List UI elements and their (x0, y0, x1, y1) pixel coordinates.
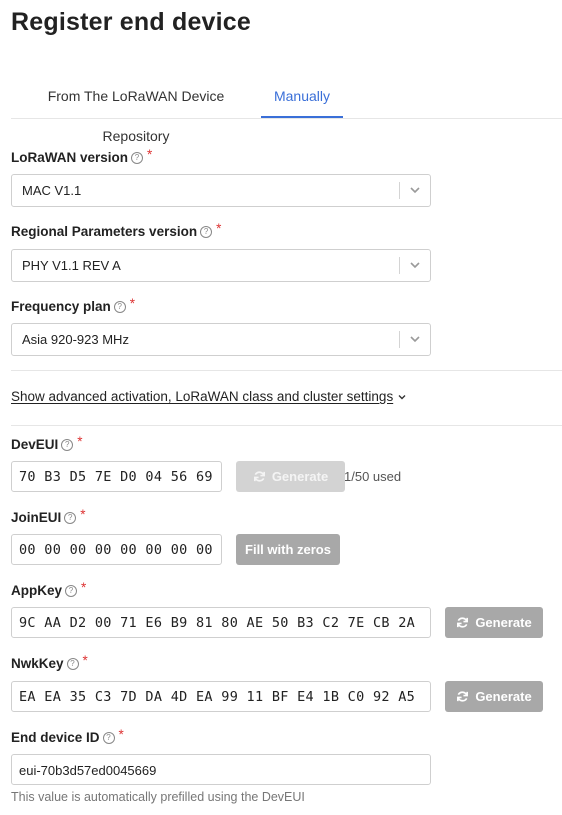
chevron-down-icon (398, 394, 406, 399)
fill-with-zeros-button[interactable]: Fill with zeros (236, 534, 340, 565)
regional-params-select[interactable]: PHY V1.1 REV A (11, 249, 431, 282)
help-icon[interactable]: ? (65, 584, 78, 597)
help-icon[interactable]: ? (113, 300, 126, 313)
end-device-id-label: End device ID ? * (11, 727, 124, 745)
dev-eui-label-text: DevEUI (11, 437, 59, 452)
help-icon[interactable]: ? (131, 151, 144, 164)
frequency-plan-select[interactable]: Asia 920-923 MHz (11, 323, 431, 356)
dev-eui-label: DevEUI ? * (11, 434, 83, 452)
dev-eui-usage: 1/50 used (344, 469, 402, 484)
generate-label: Generate (271, 469, 329, 484)
select-separator (399, 257, 400, 274)
generate-dev-eui-button[interactable]: Generate (236, 461, 345, 492)
refresh-icon (457, 617, 469, 628)
chevron-down-icon (410, 262, 420, 269)
refresh-icon (253, 471, 265, 482)
frequency-plan-label-text: Frequency plan (11, 299, 111, 314)
app-key-label: AppKey ? * (11, 580, 87, 598)
help-icon[interactable]: ? (61, 438, 74, 451)
generate-app-key-button[interactable]: Generate (445, 607, 543, 638)
help-icon[interactable]: ? (102, 731, 115, 744)
nwk-key-label: NwkKey ? * (11, 653, 88, 671)
nwk-key-input[interactable]: EA EA 35 C3 7D DA 4D EA 99 11 BF E4 1B C… (11, 681, 431, 712)
regional-params-label-text: Regional Parameters version (11, 224, 198, 239)
nwk-key-label-text: NwkKey (11, 656, 64, 671)
end-device-id-label-text: End device ID (11, 730, 100, 745)
join-eui-label: JoinEUI ? * (11, 507, 86, 525)
generate-label: Generate (475, 615, 532, 630)
end-device-id-hint: This value is automatically prefilled us… (11, 790, 305, 804)
join-eui-label-text: JoinEUI (11, 510, 62, 525)
lorawan-version-label-text: LoRaWAN version (11, 150, 129, 165)
select-separator (399, 331, 400, 348)
regional-params-label: Regional Parameters version ? * (11, 221, 222, 239)
lorawan-version-label: LoRaWAN version ? * (11, 147, 153, 165)
help-icon[interactable]: ? (66, 657, 79, 670)
refresh-icon (457, 691, 469, 702)
app-key-label-text: AppKey (11, 583, 63, 598)
required-icon: * (77, 434, 83, 449)
required-icon: * (129, 296, 136, 311)
generate-nwk-key-button[interactable]: Generate (445, 681, 543, 712)
page-title: Register end device (11, 8, 252, 36)
help-icon[interactable]: ? (64, 511, 77, 524)
app-key-input[interactable]: 9C AA D2 00 71 E6 B9 81 80 AE 50 B3 C2 7… (11, 607, 431, 638)
advanced-settings-link-text: Show advanced activation, LoRaWAN class … (11, 389, 394, 404)
help-icon[interactable]: ? (200, 225, 213, 238)
section-divider (11, 370, 562, 371)
required-icon: * (118, 727, 124, 742)
select-separator (399, 182, 400, 199)
tab-device-repository[interactable]: From The LoRaWAN Device Repository (25, 76, 247, 144)
required-icon: * (216, 221, 222, 236)
required-icon: * (81, 580, 87, 595)
chevron-down-icon (410, 336, 420, 343)
regional-params-value: PHY V1.1 REV A (22, 258, 121, 273)
required-icon: * (147, 147, 153, 162)
lorawan-version-value: MAC V1.1 (22, 183, 82, 198)
required-icon: * (82, 653, 88, 668)
required-icon: * (80, 507, 86, 522)
chevron-down-icon (410, 187, 420, 194)
tab-manually[interactable]: Manually (261, 76, 343, 118)
advanced-settings-link[interactable]: Show advanced activation, LoRaWAN class … (11, 389, 407, 404)
join-eui-input[interactable]: 00 00 00 00 00 00 00 00 (11, 534, 222, 565)
registration-tabs: From The LoRaWAN Device Repository Manua… (11, 76, 562, 144)
generate-label: Generate (475, 689, 532, 704)
frequency-plan-value: Asia 920-923 MHz (22, 332, 129, 347)
frequency-plan-label: Frequency plan ? * (11, 296, 136, 314)
dev-eui-input[interactable]: 70 B3 D5 7E D0 04 56 69 (11, 461, 222, 492)
lorawan-version-select[interactable]: MAC V1.1 (11, 174, 431, 207)
end-device-id-input[interactable]: eui-70b3d57ed0045669 (11, 754, 431, 785)
section-divider (11, 425, 562, 426)
